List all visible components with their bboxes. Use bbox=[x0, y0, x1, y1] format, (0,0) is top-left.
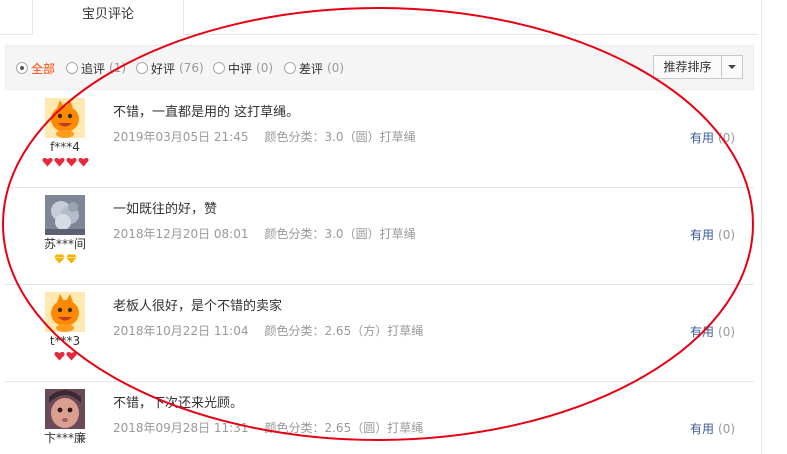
avatar[interactable] bbox=[45, 195, 85, 235]
right-divider bbox=[761, 0, 762, 454]
useful-button[interactable]: 有用 (0) bbox=[690, 226, 735, 243]
review-item: 卞***廉 不错，下次还来光顾。 2018年09月28日 11:31 颜色分类：2… bbox=[5, 382, 754, 454]
review-sku: 颜色分类：3.0（圆）打草绳 bbox=[264, 227, 416, 241]
review-date: 2018年09月28日 11:31 bbox=[113, 421, 249, 435]
useful-button[interactable]: 有用 (0) bbox=[690, 129, 735, 146]
filter-count: (0) bbox=[327, 61, 345, 75]
useful-count: (0) bbox=[718, 131, 736, 145]
username: 苏***间 bbox=[43, 237, 86, 251]
sort-dropdown[interactable]: 推荐排序 bbox=[653, 55, 743, 79]
useful-label[interactable]: 有用 bbox=[690, 325, 714, 339]
useful-button[interactable]: 有用 (0) bbox=[690, 420, 735, 437]
avatar[interactable] bbox=[45, 389, 85, 429]
username: t***3 bbox=[49, 334, 81, 348]
review-content: 不错，一直都是用的 这打草绳。 bbox=[113, 105, 300, 120]
review-sku: 颜色分类：3.0（圆）打草绳 bbox=[264, 130, 416, 144]
username: 卞***廉 bbox=[43, 431, 86, 445]
useful-label[interactable]: 有用 bbox=[690, 422, 714, 436]
filter-neutral[interactable]: 中评 (0) bbox=[213, 60, 273, 76]
avatar[interactable] bbox=[45, 292, 85, 332]
review-date: 2018年12月20日 08:01 bbox=[113, 227, 249, 241]
review-item: f***4 不错，一直都是用的 这打草绳。 2019年03月05日 21:45 颜… bbox=[5, 91, 754, 188]
fluffy-photo-icon bbox=[45, 195, 85, 235]
filter-negative[interactable]: 差评 (0) bbox=[284, 60, 344, 76]
baby-photo-icon bbox=[45, 389, 85, 429]
filter-bar: 全部 追评 (1) 好评 (76) 中评 (0) 差评 (0) bbox=[5, 45, 754, 90]
useful-button[interactable]: 有用 (0) bbox=[690, 323, 735, 340]
filter-label: 追评 bbox=[81, 61, 106, 76]
review-date: 2018年10月22日 11:04 bbox=[113, 324, 249, 338]
filter-positive[interactable]: 好评 (76) bbox=[136, 60, 204, 76]
red-heart-icon bbox=[65, 157, 77, 167]
red-heart-icon bbox=[53, 157, 65, 167]
useful-label[interactable]: 有用 bbox=[690, 131, 714, 145]
filter-count: (1) bbox=[109, 61, 127, 75]
review-meta: 2018年10月22日 11:04 颜色分类：2.65（方）打草绳 bbox=[113, 322, 423, 339]
radio-icon[interactable] bbox=[136, 62, 148, 74]
review-meta: 2018年09月28日 11:31 颜色分类：2.65（圆）打草绳 bbox=[113, 419, 423, 436]
filter-label: 差评 bbox=[299, 61, 324, 76]
yellow-diamond-icon bbox=[53, 254, 65, 264]
red-heart-icon bbox=[53, 351, 65, 361]
radio-icon[interactable] bbox=[66, 62, 78, 74]
yellow-diamond-icon bbox=[65, 254, 77, 264]
filter-count: (0) bbox=[256, 61, 274, 75]
username: f***4 bbox=[50, 140, 80, 154]
useful-count: (0) bbox=[718, 422, 736, 436]
review-sku: 颜色分类：2.65（方）打草绳 bbox=[264, 324, 424, 338]
review-content: 一如既往的好，赞 bbox=[113, 202, 218, 217]
tab-bar: 宝贝评论 bbox=[0, 0, 758, 35]
red-heart-icon bbox=[77, 157, 89, 167]
filter-all[interactable]: 全部 bbox=[16, 60, 55, 76]
buyer-level-badges bbox=[25, 351, 105, 361]
chevron-down-icon[interactable] bbox=[722, 56, 742, 78]
sort-label[interactable]: 推荐排序 bbox=[654, 56, 722, 78]
review-meta: 2019年03月05日 21:45 颜色分类：3.0（圆）打草绳 bbox=[113, 128, 416, 145]
filter-label: 中评 bbox=[228, 61, 253, 76]
radio-icon[interactable] bbox=[284, 62, 296, 74]
useful-label[interactable]: 有用 bbox=[690, 228, 714, 242]
review-date: 2019年03月05日 21:45 bbox=[113, 130, 249, 144]
buyer-level-badges bbox=[25, 157, 105, 167]
red-heart-icon bbox=[65, 351, 77, 361]
filter-count: (76) bbox=[179, 61, 204, 75]
review-content: 不错，下次还来光顾。 bbox=[113, 396, 244, 411]
review-content: 老板人很好，是个不错的卖家 bbox=[113, 299, 283, 314]
review-meta: 2018年12月20日 08:01 颜色分类：3.0（圆）打草绳 bbox=[113, 225, 416, 242]
tab-item-reviews[interactable]: 宝贝评论 bbox=[32, 0, 184, 35]
orange-mascot-icon bbox=[45, 292, 85, 332]
avatar[interactable] bbox=[45, 98, 85, 138]
review-item: 苏***间 一如既往的好，赞 2018年12月20日 08:01 颜色分类：3.0… bbox=[5, 188, 754, 285]
review-sku: 颜色分类：2.65（圆）打草绳 bbox=[264, 421, 424, 435]
buyer-level-badges bbox=[25, 254, 105, 264]
useful-count: (0) bbox=[718, 325, 736, 339]
orange-mascot-icon bbox=[45, 98, 85, 138]
filter-label: 全部 bbox=[31, 61, 56, 76]
filter-followup[interactable]: 追评 (1) bbox=[66, 60, 126, 76]
radio-icon[interactable] bbox=[213, 62, 225, 74]
filter-label: 好评 bbox=[151, 61, 176, 76]
red-heart-icon bbox=[41, 157, 53, 167]
useful-count: (0) bbox=[718, 228, 736, 242]
radio-checked-icon[interactable] bbox=[16, 62, 28, 74]
review-item: t***3 老板人很好，是个不错的卖家 2018年10月22日 11:04 颜色分… bbox=[5, 285, 754, 382]
